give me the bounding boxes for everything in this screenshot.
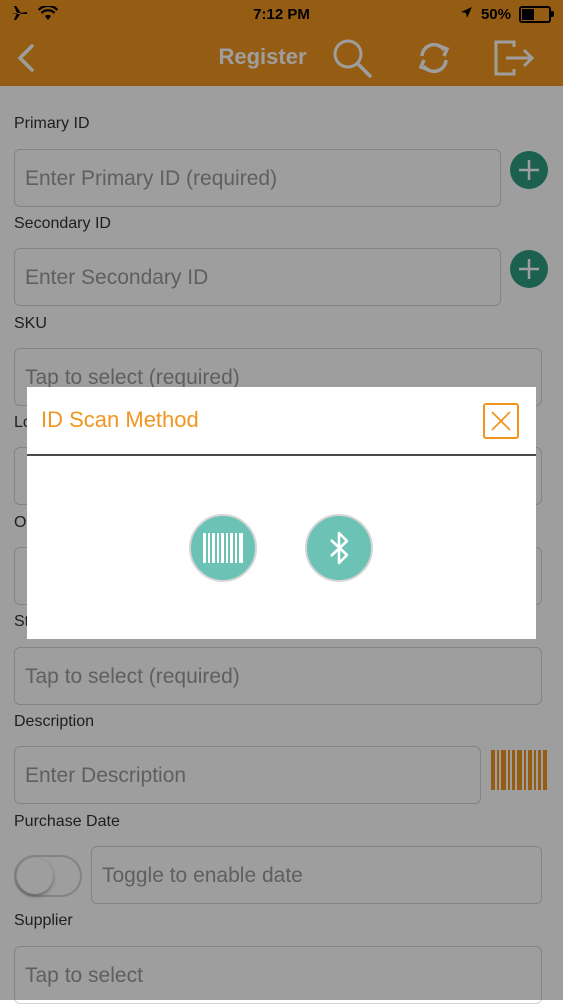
barcode-scan-option-button[interactable] (189, 514, 257, 582)
dialog-divider (27, 454, 536, 456)
bluetooth-scan-option-button[interactable] (305, 514, 373, 582)
dialog-title: ID Scan Method (41, 407, 199, 432)
register-screen: 7:12 PM 50% Register Primary ID Enter Pr… (0, 0, 563, 1004)
barcode-icon (203, 533, 243, 563)
id-scan-method-dialog: ID Scan Method (27, 387, 536, 639)
bluetooth-icon (330, 531, 349, 565)
close-dialog-button[interactable] (483, 403, 519, 439)
close-icon (491, 411, 511, 431)
